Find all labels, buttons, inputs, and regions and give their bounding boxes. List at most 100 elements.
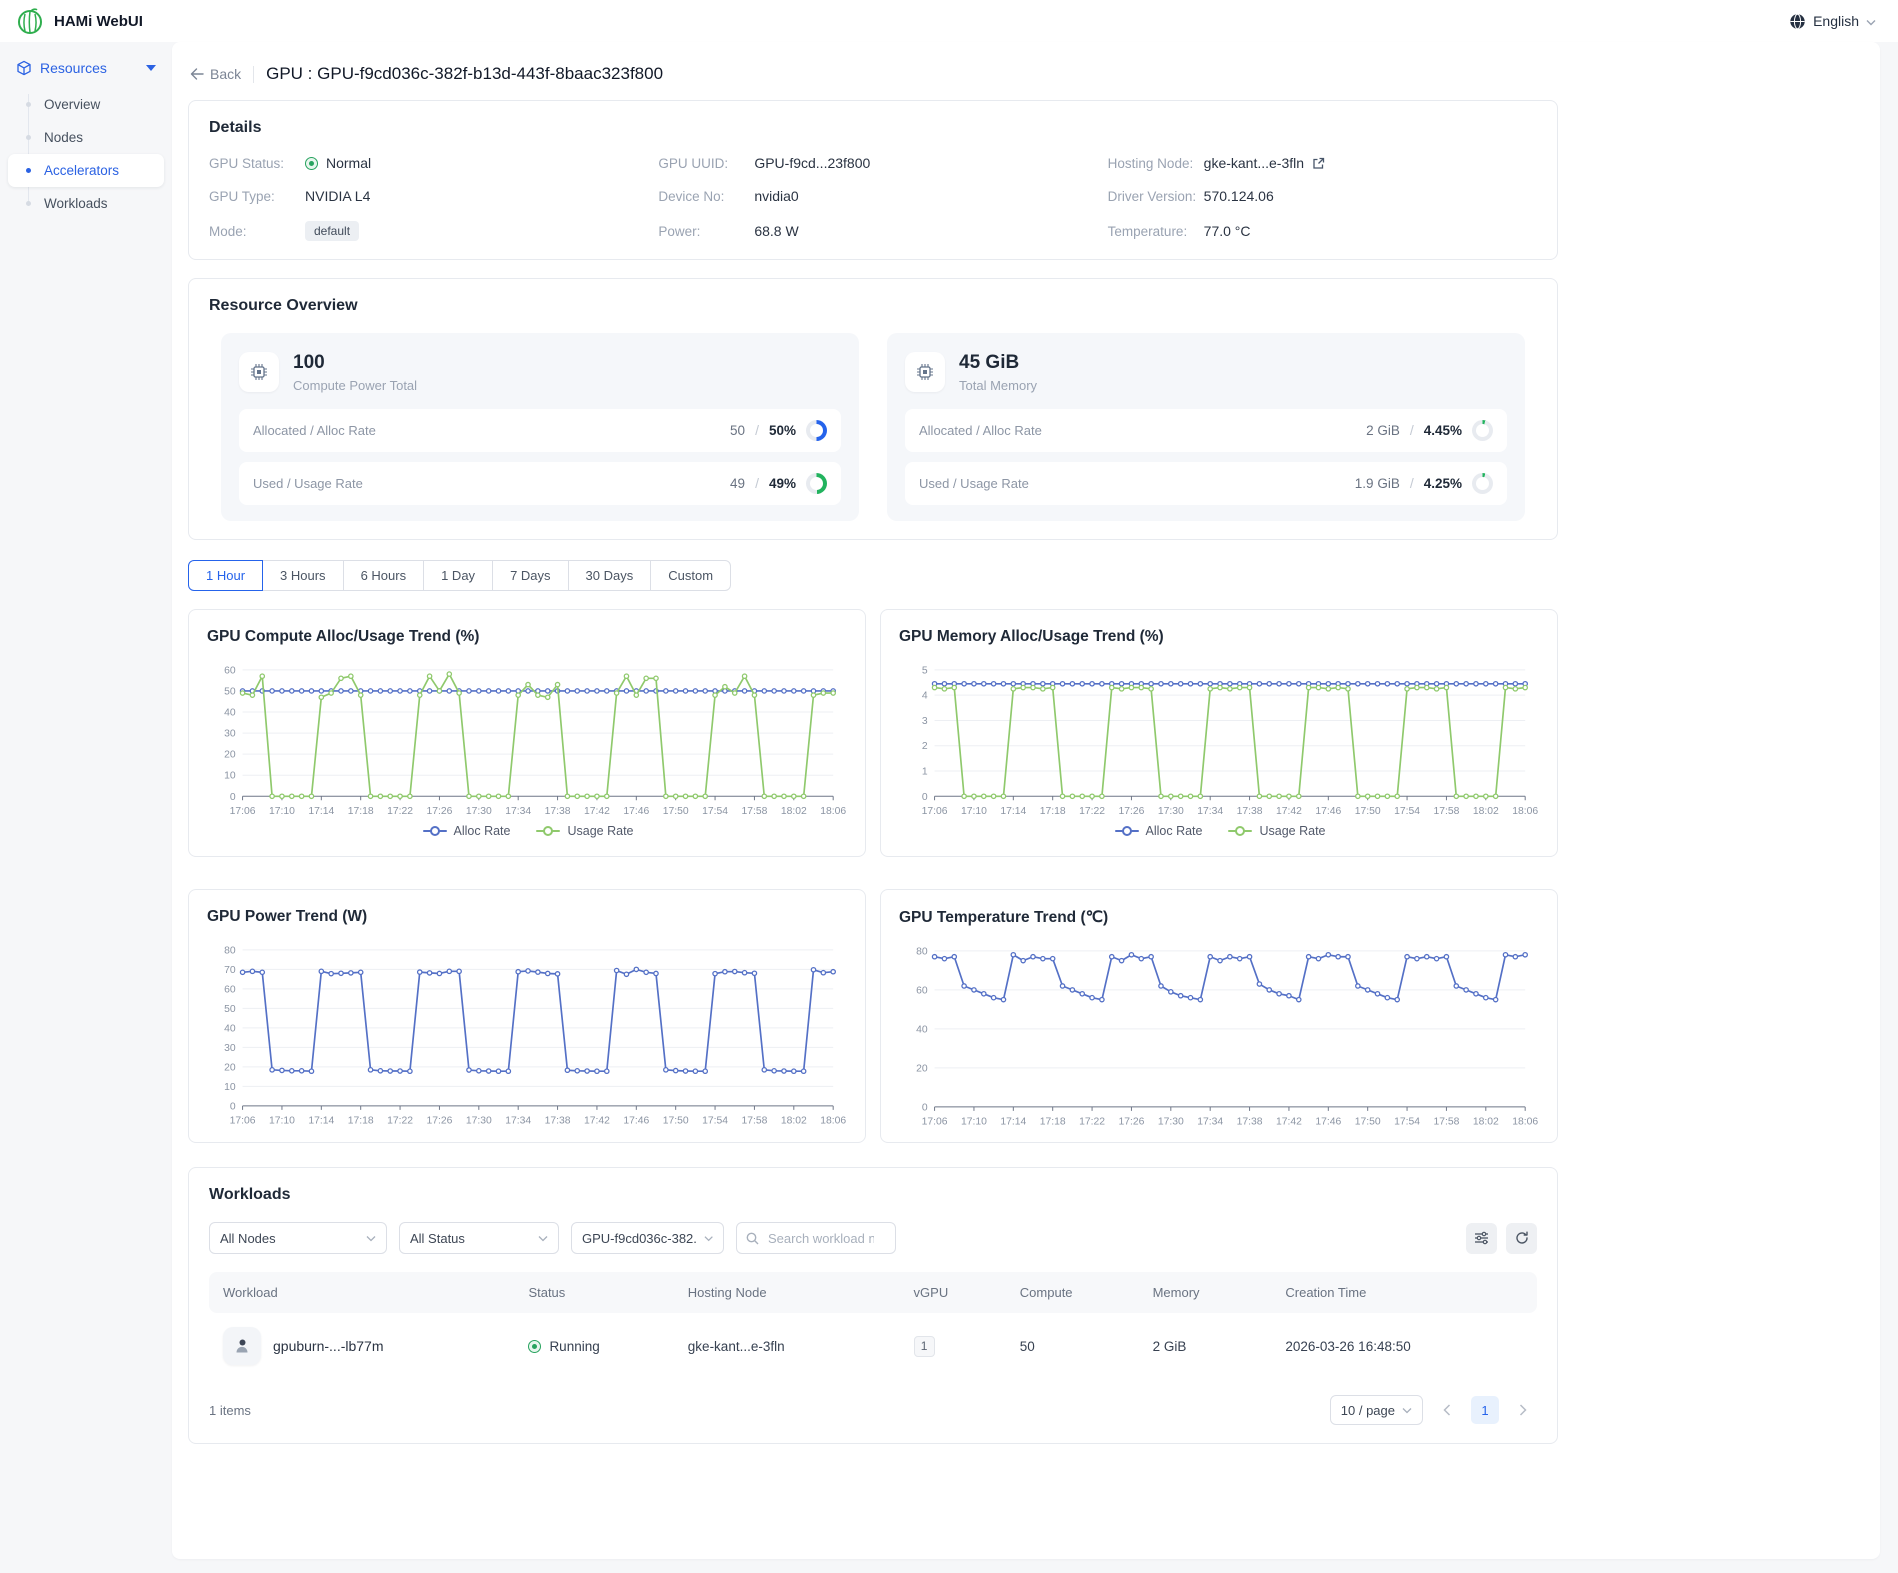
svg-text:80: 80 — [916, 946, 928, 957]
field-gpu-type: GPU Type: NVIDIA L4 — [209, 188, 638, 204]
legend-usage-rate[interactable]: Usage Rate — [1228, 824, 1325, 838]
time-range-1-hour[interactable]: 1 Hour — [188, 560, 263, 591]
memory-resource-panel: 45 GiB Total Memory Allocated / Alloc Ra… — [887, 333, 1525, 521]
sidebar-item-label: Overview — [44, 97, 100, 112]
svg-text:18:06: 18:06 — [1512, 1116, 1538, 1127]
memory-usage-row: Used / Usage Rate 1.9 GiB / 4.25% — [905, 462, 1507, 505]
svg-text:18:02: 18:02 — [781, 806, 807, 817]
page-1-button[interactable]: 1 — [1471, 1396, 1499, 1424]
chevron-left-icon — [1443, 1404, 1451, 1416]
svg-text:17:42: 17:42 — [1276, 806, 1302, 817]
refresh-button[interactable] — [1506, 1223, 1537, 1254]
prev-page-button[interactable] — [1433, 1396, 1461, 1424]
compute-trend-card: GPU Compute Alloc/Usage Trend (%) 010203… — [188, 609, 866, 857]
resource-overview-title: Resource Overview — [209, 297, 1537, 315]
chevron-down-icon — [366, 1235, 376, 1242]
time-range-3-hours[interactable]: 3 Hours — [262, 560, 344, 591]
sidebar-section-resources[interactable]: Resources — [8, 52, 164, 84]
svg-text:17:58: 17:58 — [1433, 1116, 1459, 1127]
svg-text:20: 20 — [224, 749, 236, 760]
svg-text:17:14: 17:14 — [1000, 1116, 1026, 1127]
svg-text:4: 4 — [922, 690, 928, 701]
gpu-filter-select[interactable]: GPU-f9cd036c-382... — [571, 1222, 724, 1254]
search-input[interactable] — [766, 1230, 876, 1247]
svg-text:50: 50 — [224, 686, 236, 697]
svg-text:18:02: 18:02 — [1473, 1116, 1499, 1127]
svg-text:17:06: 17:06 — [230, 806, 256, 817]
svg-text:70: 70 — [224, 965, 236, 976]
svg-text:0: 0 — [230, 792, 236, 803]
back-button[interactable]: Back — [190, 66, 241, 82]
memory-total: 45 GiB — [959, 351, 1037, 375]
legend-usage-rate[interactable]: Usage Rate — [536, 824, 633, 838]
section-caret-icon — [146, 65, 156, 71]
field-hosting-node: Hosting Node: gke-kant...e-3fln — [1108, 155, 1537, 171]
compute-trend-chart: 010203040506017:0617:1017:1417:1817:2217… — [207, 660, 849, 820]
workloads-filters: All Nodes All Status GPU-f9cd036c-382... — [209, 1222, 1537, 1254]
col-hosting-node: Hosting Node — [674, 1272, 900, 1313]
svg-text:17:30: 17:30 — [1158, 806, 1184, 817]
svg-text:17:42: 17:42 — [1276, 1116, 1302, 1127]
sidebar-tree: Overview Nodes Accelerators Workloads — [8, 88, 164, 220]
time-range-6-hours[interactable]: 6 Hours — [343, 560, 425, 591]
breadcrumb: Back GPU : GPU-f9cd036c-382f-b13d-443f-8… — [188, 54, 1558, 100]
table-row[interactable]: gpuburn-...-lb77m Running gke-kant. — [209, 1313, 1537, 1379]
svg-text:2: 2 — [922, 741, 928, 752]
svg-text:17:46: 17:46 — [1315, 806, 1341, 817]
svg-text:17:26: 17:26 — [426, 806, 452, 817]
svg-text:17:54: 17:54 — [1394, 1116, 1420, 1127]
svg-text:17:46: 17:46 — [623, 1115, 649, 1126]
time-range-1-day[interactable]: 1 Day — [423, 560, 493, 591]
item-bullet-dot — [26, 201, 31, 206]
col-workload: Workload — [209, 1272, 514, 1313]
svg-text:17:10: 17:10 — [961, 1116, 987, 1127]
back-label: Back — [210, 66, 241, 82]
time-range-custom[interactable]: Custom — [650, 560, 731, 591]
status-normal-icon — [305, 157, 318, 170]
field-temperature: Temperature: 77.0 °C — [1108, 221, 1537, 241]
item-bullet-dot — [26, 135, 31, 140]
svg-text:30: 30 — [224, 1043, 236, 1054]
legend-alloc-rate[interactable]: Alloc Rate — [1115, 824, 1203, 838]
svg-text:17:54: 17:54 — [1394, 806, 1420, 817]
items-count: 1 items — [209, 1403, 251, 1418]
svg-text:60: 60 — [916, 985, 928, 996]
memory-trend-card: GPU Memory Alloc/Usage Trend (%) 0123451… — [880, 609, 1558, 857]
compute-alloc-row: Allocated / Alloc Rate 50 / 50% — [239, 409, 841, 452]
page-title: GPU : GPU-f9cd036c-382f-b13d-443f-8baac3… — [266, 64, 663, 84]
svg-text:17:30: 17:30 — [466, 806, 492, 817]
field-power: Power: 68.8 W — [658, 221, 1087, 241]
svg-text:17:14: 17:14 — [308, 1115, 334, 1126]
temperature-trend-card: GPU Temperature Trend (℃) 02040608017:06… — [880, 889, 1558, 1144]
svg-text:60: 60 — [224, 984, 236, 995]
next-page-button[interactable] — [1509, 1396, 1537, 1424]
memory-icon — [905, 352, 945, 392]
time-range-30-days[interactable]: 30 Days — [568, 560, 652, 591]
svg-text:17:26: 17:26 — [426, 1115, 452, 1126]
sidebar-section-label: Resources — [40, 60, 107, 76]
svg-text:17:26: 17:26 — [1118, 806, 1144, 817]
time-range-7-days[interactable]: 7 Days — [492, 560, 568, 591]
legend-alloc-rate[interactable]: Alloc Rate — [423, 824, 511, 838]
svg-text:17:34: 17:34 — [505, 806, 531, 817]
external-link-icon[interactable] — [1312, 157, 1325, 170]
table-footer: 1 items 10 / page 1 — [209, 1395, 1537, 1425]
language-selector[interactable]: English — [1789, 13, 1876, 30]
chart-legend: Alloc Rate Usage Rate — [207, 824, 849, 838]
nodes-filter-select[interactable]: All Nodes — [209, 1222, 387, 1254]
svg-text:17:14: 17:14 — [308, 806, 334, 817]
status-filter-select[interactable]: All Status — [399, 1222, 559, 1254]
workload-hosting-node: gke-kant...e-3fln — [674, 1313, 900, 1379]
workload-name[interactable]: gpuburn-...-lb77m — [273, 1338, 384, 1354]
svg-text:0: 0 — [230, 1101, 236, 1112]
sidebar-item-accelerators[interactable]: Accelerators — [8, 154, 164, 187]
sidebar-item-nodes[interactable]: Nodes — [8, 121, 164, 154]
workloads-title: Workloads — [209, 1186, 1537, 1204]
col-vgpu: vGPU — [900, 1272, 1006, 1313]
page-size-select[interactable]: 10 / page — [1330, 1395, 1423, 1425]
svg-text:17:50: 17:50 — [1355, 1116, 1381, 1127]
chevron-down-icon — [1402, 1407, 1412, 1414]
sidebar-item-workloads[interactable]: Workloads — [8, 187, 164, 220]
sidebar-item-overview[interactable]: Overview — [8, 88, 164, 121]
column-settings-button[interactable] — [1466, 1223, 1497, 1254]
